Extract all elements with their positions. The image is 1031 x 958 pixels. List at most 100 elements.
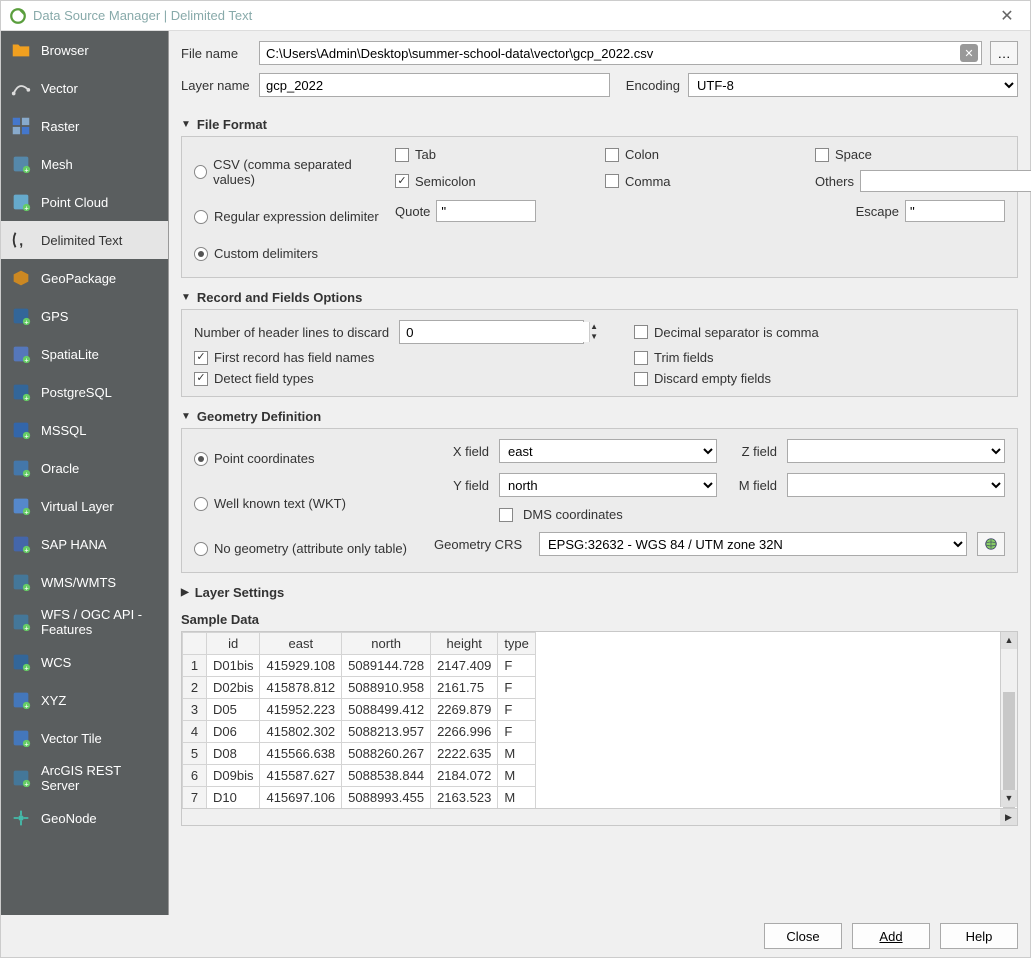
window-title: Data Source Manager | Delimited Text [33, 8, 992, 23]
radio-point[interactable] [194, 452, 208, 466]
svg-text:,: , [19, 234, 23, 250]
scroll-up-icon[interactable]: ▲ [1001, 632, 1017, 649]
sidebar-item-postgresql[interactable]: +PostgreSQL [1, 373, 168, 411]
crs-picker-button[interactable] [977, 532, 1005, 556]
file-format-header[interactable]: ▼ File Format [181, 113, 1018, 136]
crs-select[interactable]: EPSG:32632 - WGS 84 / UTM zone 32N [539, 532, 967, 556]
sidebar-item-geonode[interactable]: GeoNode [1, 799, 168, 837]
column-header[interactable]: north [342, 633, 431, 655]
check-decimal-comma[interactable] [634, 325, 648, 339]
sidebar-item-vector[interactable]: Vector [1, 69, 168, 107]
crs-label: Geometry CRS [434, 537, 529, 552]
check-colon[interactable] [605, 148, 619, 162]
others-input[interactable] [860, 170, 1031, 192]
layer-settings-header[interactable]: ▶ Layer Settings [181, 581, 1018, 604]
radio-csv[interactable] [194, 165, 207, 179]
sidebar-item-saphana[interactable]: +SAP HANA [1, 525, 168, 563]
sidebar-item-spatialite[interactable]: +SpatiaLite [1, 335, 168, 373]
m-field-select[interactable] [787, 473, 1005, 497]
svg-text:+: + [24, 583, 28, 592]
header-lines-spinner[interactable]: ▲▼ [399, 320, 584, 344]
table-cell: D02bis [207, 677, 260, 699]
sidebar-item-xyz[interactable]: +XYZ [1, 681, 168, 719]
clear-file-icon[interactable]: ✕ [960, 44, 978, 62]
svg-text:+: + [24, 469, 28, 478]
sidebar-item-virtual[interactable]: +Virtual Layer [1, 487, 168, 525]
file-name-input[interactable] [259, 41, 982, 65]
sidebar-item-oracle[interactable]: +Oracle [1, 449, 168, 487]
check-semicolon[interactable]: ✓ [395, 174, 409, 188]
check-first-record[interactable]: ✓ [194, 351, 208, 365]
row-number[interactable]: 7 [183, 787, 207, 809]
sidebar-item-vectortile[interactable]: +Vector Tile [1, 719, 168, 757]
table-row: 5D08415566.6385088260.2672222.635M [183, 743, 536, 765]
sidebar-item-pointcloud[interactable]: +Point Cloud [1, 183, 168, 221]
row-number[interactable]: 6 [183, 765, 207, 787]
sidebar-item-wcs[interactable]: + WCS [1, 643, 168, 681]
row-number[interactable]: 5 [183, 743, 207, 765]
column-header[interactable]: id [207, 633, 260, 655]
sidebar-item-folder[interactable]: Browser [1, 31, 168, 69]
help-button[interactable]: Help [940, 923, 1018, 949]
column-header[interactable]: type [498, 633, 536, 655]
column-header[interactable]: east [260, 633, 342, 655]
spin-down-icon[interactable]: ▼ [590, 332, 598, 342]
sidebar-item-wms[interactable]: +WMS/WMTS [1, 563, 168, 601]
close-icon[interactable]: ✕ [992, 6, 1022, 26]
check-tab[interactable] [395, 148, 409, 162]
sidebar-item-wfs[interactable]: +WFS / OGC API - Features [1, 601, 168, 643]
sidebar-item-raster[interactable]: Raster [1, 107, 168, 145]
sidebar-item-delimited[interactable]: ,Delimited Text [1, 221, 168, 259]
layer-name-input[interactable] [259, 73, 610, 97]
y-field-select[interactable]: north [499, 473, 717, 497]
sidebar-item-mesh[interactable]: +Mesh [1, 145, 168, 183]
custom-label: Custom delimiters [214, 246, 318, 261]
sidebar-item-gps[interactable]: +GPS [1, 297, 168, 335]
row-number[interactable]: 3 [183, 699, 207, 721]
add-button[interactable]: Add [852, 923, 930, 949]
horizontal-scrollbar[interactable]: ▶ [182, 808, 1017, 825]
svg-text:+: + [24, 663, 28, 672]
table-cell: 415878.812 [260, 677, 342, 699]
encoding-select[interactable]: UTF-8 [688, 73, 1018, 97]
browse-button[interactable]: … [990, 41, 1018, 65]
table-cell: D10 [207, 787, 260, 809]
geometry-header[interactable]: ▼ Geometry Definition [181, 405, 1018, 428]
raster-icon [9, 114, 33, 138]
scroll-down-icon[interactable]: ▼ [1001, 790, 1017, 807]
column-header[interactable]: height [431, 633, 498, 655]
vertical-scrollbar[interactable]: ▲ ▼ [1000, 632, 1017, 807]
check-space[interactable] [815, 148, 829, 162]
radio-wkt[interactable] [194, 497, 208, 511]
check-trim[interactable] [634, 351, 648, 365]
records-header[interactable]: ▼ Record and Fields Options [181, 286, 1018, 309]
table-row: 4D06415802.3025088213.9572266.996F [183, 721, 536, 743]
sidebar-item-geopackage[interactable]: GeoPackage [1, 259, 168, 297]
svg-text:+: + [24, 203, 28, 212]
escape-input[interactable] [905, 200, 1005, 222]
table-cell: D05 [207, 699, 260, 721]
row-number[interactable]: 1 [183, 655, 207, 677]
radio-regex[interactable] [194, 210, 208, 224]
table-cell: 2147.409 [431, 655, 498, 677]
z-field-select[interactable] [787, 439, 1005, 463]
quote-input[interactable] [436, 200, 536, 222]
sidebar-item-label: WCS [41, 655, 71, 670]
x-field-select[interactable]: east [499, 439, 717, 463]
row-number[interactable]: 2 [183, 677, 207, 699]
sidebar-item-arcgis[interactable]: +ArcGIS REST Server [1, 757, 168, 799]
check-detect[interactable]: ✓ [194, 372, 208, 386]
sample-table: ideastnorthheighttype1D01bis415929.10850… [182, 632, 536, 809]
close-button[interactable]: Close [764, 923, 842, 949]
oracle-icon: + [9, 456, 33, 480]
radio-nogeom[interactable] [194, 542, 208, 556]
sidebar-item-label: Mesh [41, 157, 73, 172]
spin-up-icon[interactable]: ▲ [590, 322, 598, 332]
scroll-right-icon[interactable]: ▶ [1000, 809, 1017, 826]
sidebar-item-mssql[interactable]: +MSSQL [1, 411, 168, 449]
row-number[interactable]: 4 [183, 721, 207, 743]
check-dms[interactable] [499, 508, 513, 522]
check-discard-empty[interactable] [634, 372, 648, 386]
check-comma[interactable] [605, 174, 619, 188]
radio-custom[interactable] [194, 247, 208, 261]
